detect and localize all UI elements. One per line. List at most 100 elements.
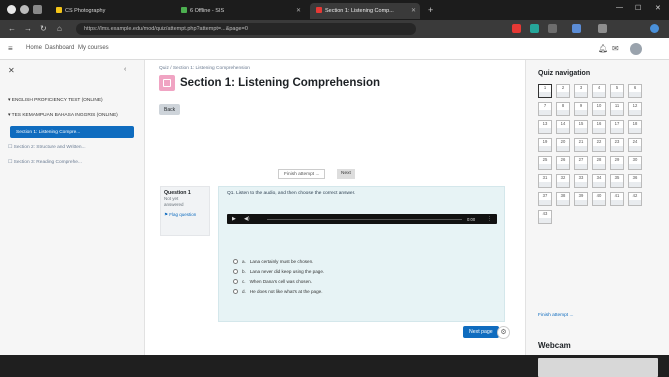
workspace-icon[interactable] <box>20 5 29 14</box>
quiz-nav-question-11[interactable]: 11 <box>610 102 624 116</box>
quiz-nav-question-37[interactable]: 37 <box>538 192 552 206</box>
gear-icon[interactable]: ⚙ <box>497 326 510 339</box>
collapse-icon[interactable]: ‹ <box>124 66 126 73</box>
close-window-icon[interactable]: ✕ <box>655 4 661 12</box>
quiz-nav-question-7[interactable]: 7 <box>538 102 552 116</box>
profile-avatar-icon[interactable] <box>650 24 659 33</box>
menu-icon[interactable]: ≡ <box>8 44 13 53</box>
quiz-nav-question-39[interactable]: 39 <box>574 192 588 206</box>
nav-home[interactable]: Home <box>26 45 42 51</box>
quiz-nav-question-19[interactable]: 19 <box>538 138 552 152</box>
extension-icon[interactable] <box>530 24 539 33</box>
quiz-nav-question-21[interactable]: 21 <box>574 138 588 152</box>
quiz-nav-question-12[interactable]: 12 <box>628 102 642 116</box>
quiz-nav-question-2[interactable]: 2 <box>556 84 570 98</box>
quiz-nav-question-15[interactable]: 15 <box>574 120 588 134</box>
user-avatar[interactable] <box>630 43 642 55</box>
finish-attempt-link[interactable]: Finish attempt ... <box>538 313 573 318</box>
quiz-nav-question-31[interactable]: 31 <box>538 174 552 188</box>
close-drawer-icon[interactable]: ✕ <box>8 66 15 75</box>
nav-dashboard[interactable]: Dashboard <box>45 45 74 51</box>
back-icon[interactable]: ← <box>8 24 16 33</box>
back-button[interactable]: Back <box>159 104 181 115</box>
breadcrumb[interactable]: Quiz / Section 1: Listening Comprehensio… <box>159 66 250 71</box>
radio-button[interactable] <box>233 279 238 284</box>
quiz-nav-question-29[interactable]: 29 <box>610 156 624 170</box>
quiz-nav-question-42[interactable]: 42 <box>628 192 642 206</box>
quiz-nav-question-26[interactable]: 26 <box>556 156 570 170</box>
browser-tab-3-active[interactable]: Section 1: Listening Comp... ✕ <box>310 3 420 19</box>
quiz-nav-question-13[interactable]: 13 <box>538 120 552 134</box>
extension-icon[interactable] <box>572 24 581 33</box>
quiz-nav-question-24[interactable]: 24 <box>628 138 642 152</box>
quiz-nav-question-17[interactable]: 17 <box>610 120 624 134</box>
course-index-item-section-3[interactable]: ☐ Section 3: Reading Comprehe... <box>8 160 82 165</box>
radio-button[interactable] <box>233 289 238 294</box>
reload-icon[interactable]: ↻ <box>40 24 47 33</box>
tab-close-icon[interactable]: ✕ <box>411 7 416 14</box>
nav-my-courses[interactable]: My courses <box>78 45 109 51</box>
quiz-nav-question-35[interactable]: 35 <box>610 174 624 188</box>
quiz-nav-question-25[interactable]: 25 <box>538 156 552 170</box>
address-bar[interactable]: https://lms.example.edu/mod/quiz/attempt… <box>76 23 416 35</box>
quiz-nav-question-38[interactable]: 38 <box>556 192 570 206</box>
course-index-item-section-2[interactable]: ☐ Section 2: Structure and Written... <box>8 145 86 150</box>
quiz-nav-question-30[interactable]: 30 <box>628 156 642 170</box>
quiz-nav-question-32[interactable]: 32 <box>556 174 570 188</box>
quiz-nav-question-6[interactable]: 6 <box>628 84 642 98</box>
quiz-nav-question-23[interactable]: 23 <box>610 138 624 152</box>
answer-option-a[interactable]: a. Lana certainly must be chosen. <box>233 259 324 269</box>
quiz-nav-question-36[interactable]: 36 <box>628 174 642 188</box>
quiz-nav-question-10[interactable]: 10 <box>592 102 606 116</box>
extension-icon[interactable] <box>512 24 521 33</box>
quiz-nav-question-34[interactable]: 34 <box>592 174 606 188</box>
next-button-top[interactable]: Next <box>337 169 355 179</box>
quiz-nav-question-20[interactable]: 20 <box>556 138 570 152</box>
quiz-nav-question-1[interactable]: 1 <box>538 84 552 98</box>
quiz-nav-question-41[interactable]: 41 <box>610 192 624 206</box>
answer-option-d[interactable]: d. He does not like what's at the page. <box>233 289 324 299</box>
volume-icon[interactable]: ◀) <box>244 216 250 222</box>
extension-icon[interactable] <box>548 24 557 33</box>
messages-icon[interactable]: ✉︎ <box>612 44 619 53</box>
new-tab-icon[interactable]: + <box>428 5 433 15</box>
quiz-nav-question-27[interactable]: 27 <box>574 156 588 170</box>
radio-button[interactable] <box>233 269 238 274</box>
quiz-nav-question-28[interactable]: 28 <box>592 156 606 170</box>
audio-progress[interactable] <box>267 218 462 220</box>
quiz-nav-question-3[interactable]: 3 <box>574 84 588 98</box>
home-icon[interactable]: ⌂ <box>57 24 62 33</box>
play-icon[interactable]: ▶ <box>232 216 236 222</box>
audio-player[interactable]: ▶ ◀) 0:00 ⋮ <box>227 214 497 224</box>
quiz-nav-question-4[interactable]: 4 <box>592 84 606 98</box>
quiz-nav-question-14[interactable]: 14 <box>556 120 570 134</box>
quiz-nav-question-40[interactable]: 40 <box>592 192 606 206</box>
quiz-nav-question-9[interactable]: 9 <box>574 102 588 116</box>
quiz-nav-question-16[interactable]: 16 <box>592 120 606 134</box>
course-index-heading-2[interactable]: ▾ TES KEMAMPUAN BAHASA INGGRIS (ONLINE) <box>8 113 118 118</box>
tab-close-icon[interactable]: ✕ <box>296 7 301 14</box>
answer-option-b[interactable]: b. Lana never did keep using the page. <box>233 269 324 279</box>
quiz-nav-question-8[interactable]: 8 <box>556 102 570 116</box>
browser-tab-2[interactable]: 6 Offline - SIS ✕ <box>175 3 305 19</box>
radio-button[interactable] <box>233 259 238 264</box>
next-page-button[interactable]: Next page <box>463 326 499 338</box>
profile-icon[interactable] <box>7 5 16 14</box>
extension-icon[interactable] <box>598 24 607 33</box>
maximize-icon[interactable]: ☐ <box>635 4 641 12</box>
more-options-icon[interactable]: ⋮ <box>487 216 492 222</box>
browser-tab-1[interactable]: CS Photography <box>50 3 145 19</box>
course-index-heading-1[interactable]: ▾ ENGLISH PROFICIENCY TEST (ONLINE) <box>8 98 103 103</box>
quiz-nav-question-5[interactable]: 5 <box>610 84 624 98</box>
answer-option-c[interactable]: c. When Dana's cell was chosen. <box>233 279 324 289</box>
notifications-icon[interactable]: 🔔︎ <box>598 44 608 53</box>
quiz-nav-question-43[interactable]: 43 <box>538 210 552 224</box>
quiz-nav-question-33[interactable]: 33 <box>574 174 588 188</box>
minimize-icon[interactable]: — <box>616 4 623 11</box>
forward-icon[interactable]: → <box>24 24 32 33</box>
quiz-nav-question-18[interactable]: 18 <box>628 120 642 134</box>
flag-question-link[interactable]: ⚑ Flag question <box>164 212 206 218</box>
finish-attempt-button[interactable]: Finish attempt ... <box>278 169 326 179</box>
tab-groups-icon[interactable] <box>33 5 42 14</box>
quiz-nav-question-22[interactable]: 22 <box>592 138 606 152</box>
